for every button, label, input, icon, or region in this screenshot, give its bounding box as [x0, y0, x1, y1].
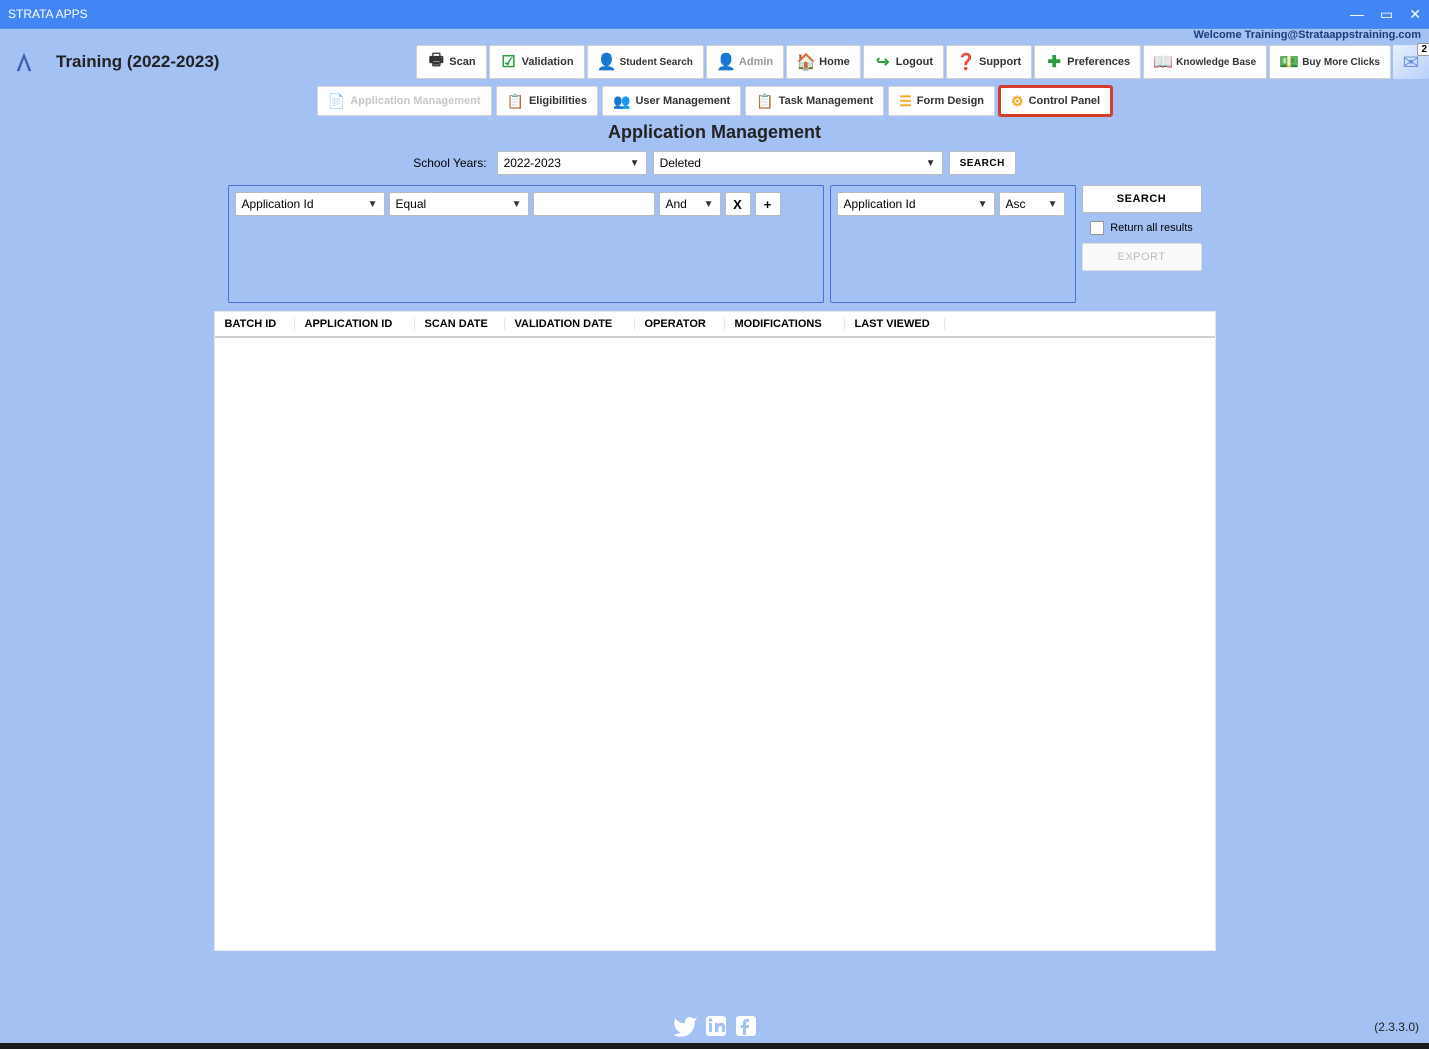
clipboard-icon: 📋 — [756, 93, 773, 110]
notifications-button[interactable]: ✉ 2 — [1393, 45, 1429, 79]
tab-application-management[interactable]: 📄Application Management — [317, 86, 492, 116]
column-operator[interactable]: OPERATOR — [635, 318, 725, 330]
section-heading: Application Management — [0, 122, 1429, 143]
title-bar: STRATA APPS — ▭ ✕ — [0, 0, 1429, 28]
column-batch-id[interactable]: BATCH ID — [215, 318, 295, 330]
page-title: Training (2022-2023) — [56, 52, 219, 72]
chevron-down-icon: ▼ — [512, 199, 522, 210]
facebook-icon[interactable] — [734, 1014, 758, 1040]
maximize-icon[interactable]: ▭ — [1380, 6, 1393, 23]
minimize-icon[interactable]: — — [1350, 6, 1364, 23]
printer-icon: 🖶 — [427, 53, 445, 71]
chevron-down-icon: ▼ — [1048, 199, 1058, 210]
form-icon: ☰ — [899, 93, 912, 110]
chevron-down-icon: ▼ — [978, 199, 988, 210]
tab-form-design[interactable]: ☰Form Design — [888, 86, 995, 116]
list-icon: 📋 — [507, 93, 524, 110]
chevron-down-icon: ▼ — [630, 158, 640, 169]
home-button[interactable]: 🏠Home — [786, 45, 861, 79]
knowledge-base-button[interactable]: 📖Knowledge Base — [1143, 45, 1267, 79]
query-conditions-panel: Application Id▼ Equal▼ And▼ X + — [228, 185, 824, 303]
gear-icon: ⚙ — [1011, 93, 1024, 110]
tab-user-management[interactable]: 👥User Management — [602, 86, 741, 116]
support-button[interactable]: ❓Support — [946, 45, 1032, 79]
buy-more-clicks-button[interactable]: 💵Buy More Clicks — [1269, 45, 1391, 79]
logout-icon: ↪ — [874, 53, 892, 71]
school-year-select[interactable]: 2022-2023▼ — [497, 151, 647, 175]
admin-icon: 👤 — [717, 53, 735, 71]
tab-eligibilities[interactable]: 📋Eligibilities — [496, 86, 599, 116]
query-search-button[interactable]: SEARCH — [1082, 185, 1202, 213]
results-table: BATCH ID APPLICATION ID SCAN DATE VALIDA… — [214, 311, 1216, 951]
chevron-down-icon: ▼ — [704, 199, 714, 210]
footer-bar: (2.3.3.0) — [0, 1011, 1429, 1043]
scan-button[interactable]: 🖶Scan — [416, 45, 486, 79]
person-search-icon: 👤 — [598, 53, 616, 71]
query-sort-panel: Application Id▼ Asc▼ — [830, 185, 1076, 303]
taskbar — [0, 1043, 1429, 1049]
column-scan-date[interactable]: SCAN DATE — [415, 318, 505, 330]
app-logo-icon — [10, 48, 38, 76]
export-button: EXPORT — [1082, 243, 1202, 271]
home-icon: 🏠 — [797, 53, 815, 71]
preferences-button[interactable]: ✚Preferences — [1034, 45, 1141, 79]
money-icon: 💵 — [1280, 53, 1298, 71]
app-name: STRATA APPS — [8, 7, 88, 21]
welcome-text: Welcome Training@Strataappstraining.com — [1193, 29, 1421, 41]
tab-task-management[interactable]: 📋Task Management — [745, 86, 884, 116]
column-last-viewed[interactable]: LAST VIEWED — [845, 318, 945, 330]
chevron-down-icon: ▼ — [926, 158, 936, 169]
query-logic-select[interactable]: And▼ — [659, 192, 721, 216]
column-application-id[interactable]: APPLICATION ID — [295, 318, 415, 330]
query-field-select[interactable]: Application Id▼ — [235, 192, 385, 216]
filter-search-button[interactable]: SEARCH — [949, 151, 1016, 175]
welcome-bar: Welcome Training@Strataappstraining.com — [0, 28, 1429, 44]
return-all-checkbox[interactable] — [1090, 221, 1104, 235]
remove-condition-button[interactable]: X — [725, 192, 751, 216]
column-validation-date[interactable]: VALIDATION DATE — [505, 318, 635, 330]
sort-field-select[interactable]: Application Id▼ — [837, 192, 995, 216]
chevron-down-icon: ▼ — [368, 199, 378, 210]
tab-control-panel[interactable]: ⚙Control Panel — [999, 86, 1112, 116]
version-label: (2.3.3.0) — [1374, 1020, 1419, 1034]
school-years-label: School Years: — [413, 156, 486, 170]
twitter-icon[interactable] — [672, 1014, 698, 1040]
admin-button[interactable]: 👤Admin — [706, 45, 784, 79]
logout-button[interactable]: ↪Logout — [863, 45, 944, 79]
linkedin-icon[interactable] — [704, 1014, 728, 1040]
return-all-label: Return all results — [1110, 222, 1193, 234]
gear-plus-icon: ✚ — [1045, 53, 1063, 71]
users-icon: 👥 — [613, 93, 630, 110]
sort-direction-select[interactable]: Asc▼ — [999, 192, 1065, 216]
query-operator-select[interactable]: Equal▼ — [389, 192, 529, 216]
question-icon: ❓ — [957, 53, 975, 71]
status-select[interactable]: Deleted▼ — [653, 151, 943, 175]
student-search-button[interactable]: 👤Student Search — [587, 45, 704, 79]
add-condition-button[interactable]: + — [755, 192, 781, 216]
column-modifications[interactable]: MODIFICATIONS — [725, 318, 845, 330]
validation-button[interactable]: ☑Validation — [489, 45, 585, 79]
query-value-input[interactable] — [533, 192, 655, 216]
checklist-icon: ☑ — [500, 53, 518, 71]
book-icon: 📖 — [1154, 53, 1172, 71]
close-icon[interactable]: ✕ — [1409, 6, 1421, 23]
document-icon: 📄 — [328, 93, 345, 110]
notification-badge: 2 — [1417, 43, 1429, 56]
